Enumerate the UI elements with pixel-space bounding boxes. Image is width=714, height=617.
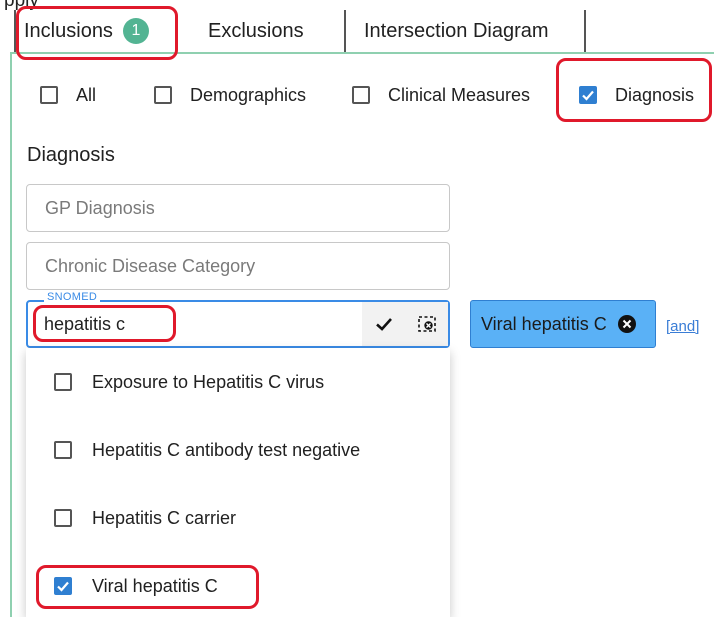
checkbox-icon[interactable] bbox=[54, 441, 72, 459]
option-exposure-hepatitis-c[interactable]: Exposure to Hepatitis C virus bbox=[26, 362, 450, 402]
option-label: Hepatitis C antibody test negative bbox=[92, 439, 361, 460]
selected-chip-viral-hepatitis-c[interactable]: Viral hepatitis C bbox=[470, 300, 656, 348]
filter-clinical-label: Clinical Measures bbox=[388, 84, 531, 105]
chronic-disease-category-input[interactable]: Chronic Disease Category bbox=[26, 242, 450, 290]
gp-diagnosis-input[interactable]: GP Diagnosis bbox=[26, 184, 450, 232]
tab-exclusions[interactable]: Exclusions bbox=[208, 10, 304, 52]
tabs-underline bbox=[10, 52, 714, 54]
option-label: Exposure to Hepatitis C virus bbox=[92, 371, 325, 392]
tab-separator bbox=[344, 10, 346, 54]
tab-separator bbox=[584, 10, 586, 54]
tab-intersection-label: Intersection Diagram bbox=[364, 19, 549, 42]
tab-intersection-diagram[interactable]: Intersection Diagram bbox=[364, 10, 549, 52]
filter-demographics-label: Demographics bbox=[190, 84, 307, 105]
panel-left-border bbox=[10, 52, 12, 617]
filter-all[interactable]: All bbox=[40, 80, 96, 110]
option-label: Viral hepatitis C bbox=[92, 575, 218, 596]
chronic-disease-placeholder: Chronic Disease Category bbox=[45, 255, 256, 276]
snomed-search-input[interactable] bbox=[44, 310, 344, 338]
checkbox-icon[interactable] bbox=[154, 86, 172, 104]
inclusions-count-badge: 1 bbox=[122, 18, 149, 44]
tab-inclusions[interactable]: Inclusions 1 bbox=[24, 10, 149, 52]
snomed-field-label: SNOMED bbox=[44, 291, 101, 303]
gp-diagnosis-placeholder: GP Diagnosis bbox=[45, 197, 155, 218]
check-icon bbox=[582, 90, 594, 101]
checkbox-icon[interactable] bbox=[54, 373, 72, 391]
selected-chip-label: Viral hepatitis C bbox=[481, 313, 607, 334]
checkbox-checked-icon[interactable] bbox=[54, 577, 72, 595]
filter-clinical-measures[interactable]: Clinical Measures bbox=[352, 80, 530, 110]
checkbox-icon[interactable] bbox=[54, 509, 72, 527]
snomed-input-actions bbox=[362, 302, 448, 346]
option-label: Hepatitis C carrier bbox=[92, 507, 237, 528]
clear-selection-icon[interactable] bbox=[416, 313, 438, 335]
filter-diagnosis-label: Diagnosis bbox=[615, 84, 695, 105]
option-hepatitis-c-carrier[interactable]: Hepatitis C carrier bbox=[26, 498, 450, 538]
checkbox-checked-icon[interactable] bbox=[579, 86, 597, 104]
confirm-check-icon[interactable] bbox=[373, 313, 395, 335]
checkbox-icon[interactable] bbox=[40, 86, 58, 104]
filter-diagnosis[interactable]: Diagnosis bbox=[579, 80, 694, 110]
tab-exclusions-label: Exclusions bbox=[208, 19, 304, 42]
filter-all-label: All bbox=[76, 84, 97, 105]
filter-demographics[interactable]: Demographics bbox=[154, 80, 306, 110]
remove-chip-icon[interactable] bbox=[617, 314, 637, 334]
tab-inclusions-label: Inclusions bbox=[24, 19, 113, 42]
checkbox-icon[interactable] bbox=[352, 86, 370, 104]
option-viral-hepatitis-c[interactable]: Viral hepatitis C bbox=[26, 566, 450, 606]
option-hepatitis-c-antibody-negative[interactable]: Hepatitis C antibody test negative bbox=[26, 430, 450, 470]
add-and-condition-link[interactable]: [and] bbox=[666, 318, 699, 335]
section-title-diagnosis: Diagnosis bbox=[27, 144, 115, 166]
tab-separator bbox=[14, 10, 16, 54]
check-icon bbox=[57, 581, 69, 592]
